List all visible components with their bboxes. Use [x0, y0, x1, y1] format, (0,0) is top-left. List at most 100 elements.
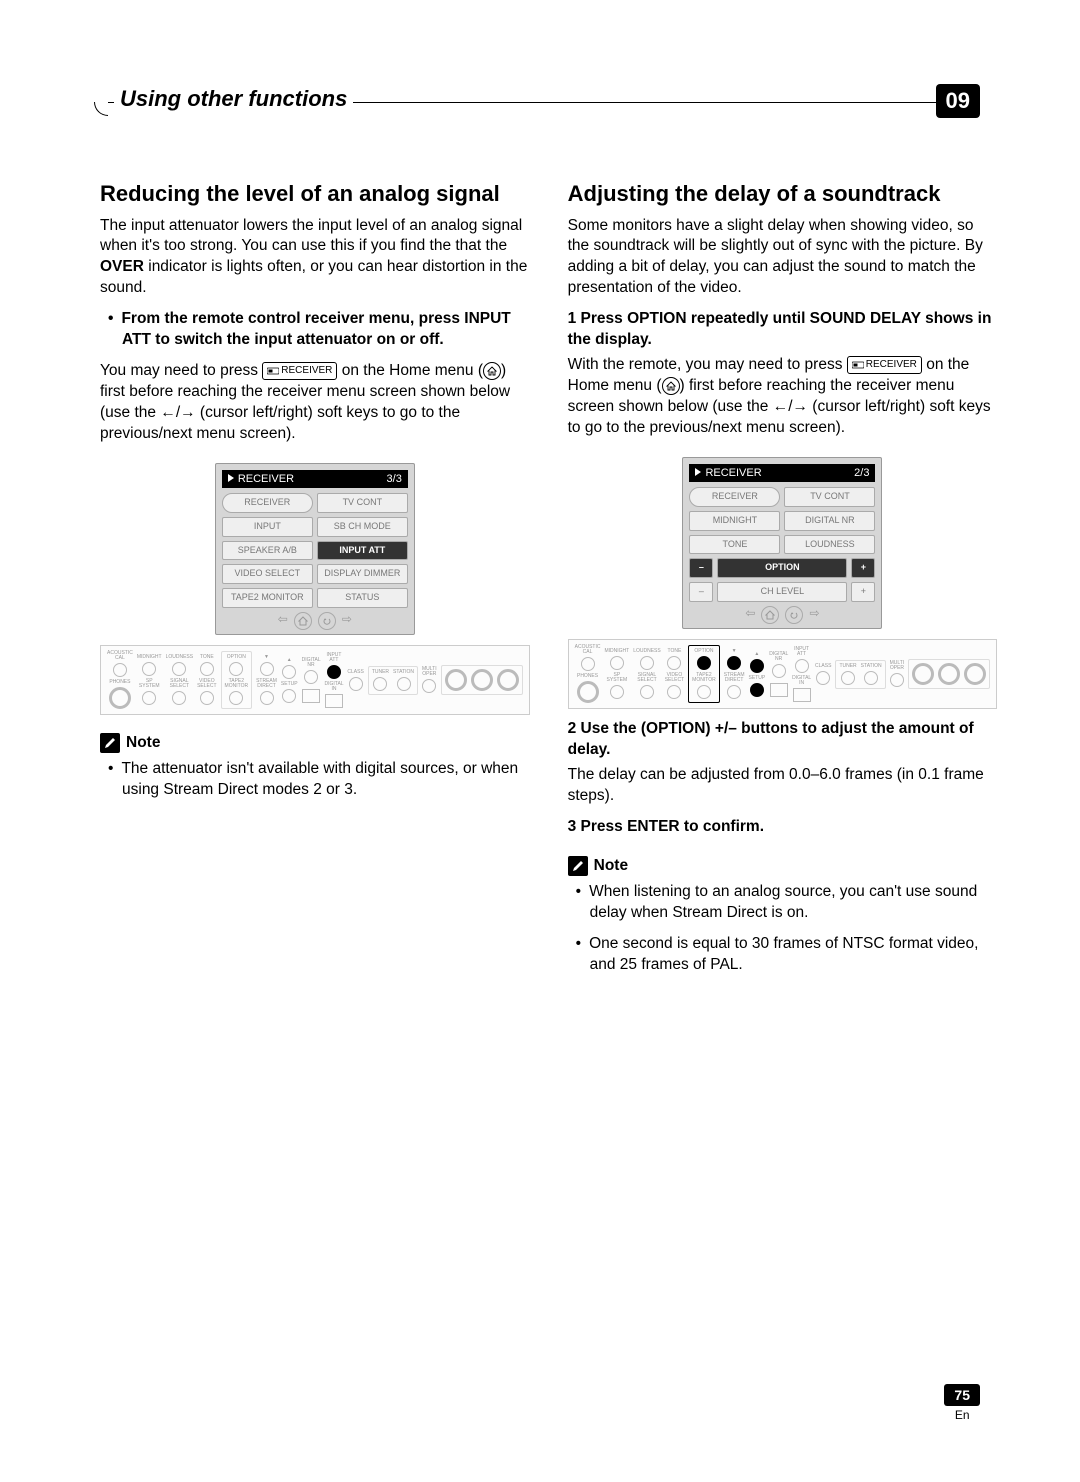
left-arrow-icon: ← — [160, 404, 176, 421]
text: 3 Press ENTER to confirm. — [568, 818, 764, 835]
option-group: OPTION TAPE2 MONITOR — [221, 651, 253, 709]
over-indicator-label: OVER — [100, 258, 144, 275]
note-heading-right: Note — [568, 856, 998, 876]
text: The input attenuator lowers the input le… — [100, 217, 522, 255]
right-arrow-icon: → — [180, 404, 196, 421]
osd-btn-tone[interactable]: TONE — [689, 535, 780, 555]
text: 2 Use the (OPTION) +/– buttons to adjust… — [568, 720, 974, 758]
note-list-right: When listening to an analog source, you … — [568, 882, 998, 976]
osd-btn-receiver[interactable]: RECEIVER — [689, 487, 780, 507]
text: From the remote control receiver menu, p… — [121, 310, 510, 348]
nav-return-icon — [318, 612, 336, 630]
receiver-key-label: RECEIVER — [866, 358, 917, 372]
receiver-key-label: RECEIVER — [281, 364, 332, 378]
osd-btn-input[interactable]: INPUT — [222, 517, 313, 537]
play-icon — [695, 468, 701, 476]
osd-btn-tvcont[interactable]: TV CONT — [784, 487, 875, 507]
step-3: 3 Press ENTER to confirm. — [568, 817, 998, 838]
osd-titlebar: RECEIVER 2/3 — [689, 464, 875, 482]
note-item: One second is equal to 30 frames of NTSC… — [590, 934, 998, 976]
option-panel-label: OPTION — [694, 649, 713, 654]
input-att-panel-label: INPUT ATT — [325, 653, 344, 663]
analog-intro: The input attenuator lowers the input le… — [100, 216, 530, 300]
option-group-highlight: OPTION TAPE2 MONITOR — [688, 645, 720, 703]
osd-btn-status[interactable]: STATUS — [317, 588, 408, 608]
osd-button-grid: RECEIVER TV CONT MIDNIGHT DIGITAL NR TON… — [689, 487, 875, 602]
left-column: Reducing the level of an analog signal T… — [100, 180, 530, 985]
section-heading-analog: Reducing the level of an analog signal — [100, 180, 530, 208]
note-item: When listening to an analog source, you … — [590, 882, 998, 924]
receiver-key-icon: RECEIVER — [262, 362, 337, 380]
osd-btn-sbch[interactable]: SB CH MODE — [317, 517, 408, 537]
osd-btn-option[interactable]: OPTION — [717, 558, 847, 578]
osd-btn-chlevel-plus[interactable]: + — [851, 582, 875, 602]
osd-btn-loudness[interactable]: LOUDNESS — [784, 535, 875, 555]
right-column: Adjusting the delay of a soundtrack Some… — [568, 180, 998, 985]
text: 1 Press OPTION repeatedly until SOUND DE… — [568, 310, 992, 348]
osd-page-indicator: 2/3 — [854, 467, 869, 479]
right-arrow-icon: → — [793, 398, 809, 415]
note-label-text: Note — [126, 734, 160, 752]
osd-page-indicator: 3/3 — [387, 473, 402, 485]
text: indicator is lights often, or you can he… — [100, 258, 527, 296]
play-icon — [228, 474, 234, 482]
osd-btn-videoselect[interactable]: VIDEO SELECT — [222, 564, 313, 584]
front-panel-diagram-right: ACOUSTIC CAL PHONES MIDNIGHT SP SYSTEM L… — [568, 639, 998, 709]
osd-btn-option-plus[interactable]: + — [851, 558, 875, 578]
osd-btn-option-minus[interactable]: – — [689, 558, 713, 578]
osd-btn-inputatt[interactable]: INPUT ATT — [317, 541, 408, 561]
chapter-number-badge: 09 — [936, 84, 980, 118]
osd-btn-chlevel[interactable]: CH LEVEL — [717, 582, 847, 602]
page-language: En — [944, 1408, 980, 1422]
osd-btn-tvcont[interactable]: TV CONT — [317, 493, 408, 513]
home-icon — [483, 362, 501, 380]
header-curve — [94, 102, 108, 116]
note-heading-left: Note — [100, 733, 530, 753]
osd-btn-receiver[interactable]: RECEIVER — [222, 493, 313, 513]
osd-nav-row: ⇦ ⇨ — [222, 612, 408, 630]
page-number: 75 — [944, 1384, 980, 1406]
nav-right-icon: ⇨ — [342, 612, 352, 630]
osd-button-grid: RECEIVER TV CONT INPUT SB CH MODE SPEAKE… — [222, 493, 408, 608]
delay-instruction: With the remote, you may need to press R… — [568, 355, 998, 439]
delay-intro: Some monitors have a slight delay when s… — [568, 216, 998, 300]
osd-btn-midnight[interactable]: MIDNIGHT — [689, 511, 780, 531]
nav-home-icon — [294, 612, 312, 630]
home-icon — [662, 377, 680, 395]
video-input — [908, 659, 990, 689]
nav-right-icon: ⇨ — [809, 606, 819, 624]
delay-range: The delay can be adjusted from 0.0–6.0 f… — [568, 765, 998, 807]
nav-home-icon — [761, 606, 779, 624]
chapter-title: Using other functions — [114, 86, 353, 112]
nav-left-icon: ⇦ — [278, 612, 288, 630]
pencil-icon — [568, 856, 588, 876]
osd-btn-speakerab[interactable]: SPEAKER A/B — [222, 541, 313, 561]
step-2: 2 Use the (OPTION) +/– buttons to adjust… — [568, 719, 998, 761]
osd-receiver-3-3: RECEIVER 3/3 RECEIVER TV CONT INPUT SB C… — [215, 463, 415, 635]
pencil-icon — [100, 733, 120, 753]
step-bullet-input-att: From the remote control receiver menu, p… — [100, 309, 530, 351]
page-footer: 75 En — [944, 1384, 980, 1422]
osd-btn-dimmer[interactable]: DISPLAY DIMMER — [317, 564, 408, 584]
note-list-left: The attenuator isn't available with digi… — [100, 759, 530, 801]
note-item: The attenuator isn't available with digi… — [122, 759, 530, 801]
chapter-header: Using other functions 09 — [100, 88, 980, 120]
analog-instruction: You may need to press RECEIVER on the Ho… — [100, 361, 530, 445]
step-1: 1 Press OPTION repeatedly until SOUND DE… — [568, 309, 998, 351]
left-arrow-icon: ← — [773, 398, 789, 415]
note-label-text: Note — [594, 857, 628, 875]
receiver-key-icon: RECEIVER — [847, 356, 922, 374]
osd-btn-tape2[interactable]: TAPE2 MONITOR — [222, 588, 313, 608]
section-heading-delay: Adjusting the delay of a soundtrack — [568, 180, 998, 208]
nav-return-icon — [785, 606, 803, 624]
osd-receiver-2-3: RECEIVER 2/3 RECEIVER TV CONT MIDNIGHT D… — [682, 457, 882, 629]
osd-btn-digitalnr[interactable]: DIGITAL NR — [784, 511, 875, 531]
osd-title-text: RECEIVER — [705, 467, 761, 479]
osd-nav-row: ⇦ ⇨ — [689, 606, 875, 624]
text: on the Home menu ( — [342, 362, 483, 379]
osd-title-text: RECEIVER — [238, 473, 294, 485]
text: With the remote, you may need to press — [568, 356, 847, 373]
front-panel-diagram-left: ACOUSTIC CAL PHONES MIDNIGHT SP SYSTEM L… — [100, 645, 530, 715]
osd-btn-chlevel-minus[interactable]: – — [689, 582, 713, 602]
osd-titlebar: RECEIVER 3/3 — [222, 470, 408, 488]
